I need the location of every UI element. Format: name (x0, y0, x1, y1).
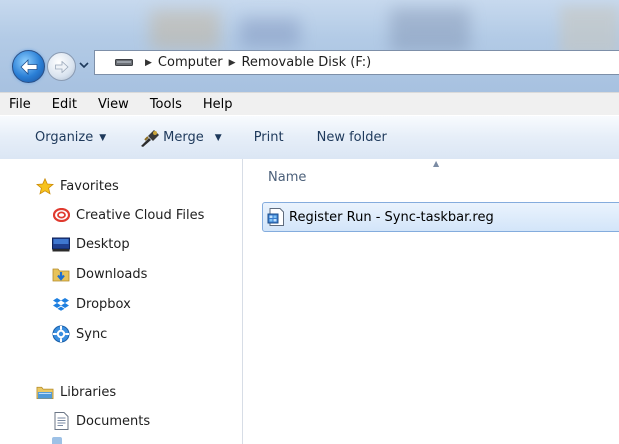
command-bar: Organize ▼ Merge ▼ Print New folder (0, 115, 619, 160)
address-bar[interactable]: ▶ Computer ▶ Removable Disk (F:) (94, 50, 619, 75)
nav-item-desktop[interactable]: Desktop (52, 236, 130, 252)
file-list[interactable]: ▲ Name Register Run - Sync-taskbar.reg (243, 159, 619, 444)
chevron-down-icon: ▼ (214, 132, 222, 143)
nav-item-label: Creative Cloud Files (76, 207, 205, 223)
documents-icon (52, 412, 70, 430)
window-titlebar (0, 0, 619, 92)
nav-item-label: Downloads (76, 266, 148, 282)
sort-ascending-icon: ▲ (433, 159, 440, 168)
nav-item-documents[interactable]: Documents (52, 412, 151, 430)
merge-label: Merge (163, 130, 204, 145)
background-blur (240, 18, 300, 48)
navigation-pane: Favorites Creative Cloud Files Desktop D… (0, 159, 243, 444)
drive-icon (115, 59, 133, 66)
menu-help[interactable]: Help (192, 97, 243, 112)
breadcrumb-computer[interactable]: Computer (158, 55, 223, 70)
nav-item-creative-cloud-files[interactable]: Creative Cloud Files (52, 207, 204, 223)
partial-icon (52, 437, 62, 444)
new-folder-label: New folder (316, 130, 387, 145)
forward-arrow-icon (54, 60, 69, 73)
menu-file[interactable]: File (0, 97, 41, 112)
back-button[interactable] (12, 50, 45, 83)
background-blur (560, 6, 619, 56)
nav-item-sync[interactable]: Sync (52, 325, 108, 343)
merge-icon (141, 129, 160, 147)
nav-item-label: Dropbox (76, 296, 131, 312)
background-blur (390, 8, 470, 53)
organize-button[interactable]: Organize ▼ (35, 130, 106, 145)
recent-pages-chevron-down-icon[interactable] (79, 61, 89, 69)
downloads-folder-icon (52, 266, 70, 282)
chevron-down-icon: ▼ (99, 132, 107, 143)
background-blur (150, 10, 220, 50)
desktop-icon (52, 236, 70, 252)
file-name: Register Run - Sync-taskbar.reg (289, 209, 494, 225)
file-row[interactable]: Register Run - Sync-taskbar.reg (262, 202, 619, 232)
dropbox-icon (52, 296, 70, 312)
registry-file-icon (266, 208, 286, 226)
column-header-name[interactable]: Name (268, 170, 306, 185)
new-folder-button[interactable]: New folder (317, 130, 387, 145)
breadcrumb-separator-icon[interactable]: ▶ (145, 58, 152, 68)
breadcrumb-separator-icon[interactable]: ▶ (229, 58, 236, 68)
menu-bar: File Edit View Tools Help (0, 92, 619, 116)
menu-view[interactable]: View (87, 97, 139, 112)
breadcrumb-removable-disk[interactable]: Removable Disk (F:) (241, 55, 371, 70)
merge-button[interactable]: Merge ▼ (139, 128, 222, 148)
nav-favorites[interactable]: Favorites (36, 177, 119, 195)
print-label: Print (253, 130, 284, 145)
nav-item-label: Desktop (76, 236, 130, 252)
nav-libraries[interactable]: Libraries (36, 384, 116, 400)
star-icon (36, 177, 54, 195)
menu-edit[interactable]: Edit (41, 97, 87, 112)
libraries-folder-icon (36, 384, 54, 400)
back-arrow-icon (19, 58, 37, 75)
nav-libraries-label: Libraries (60, 384, 117, 400)
creative-cloud-icon (52, 207, 70, 223)
menu-tools[interactable]: Tools (139, 97, 192, 112)
forward-button[interactable] (47, 52, 76, 81)
sync-icon (52, 325, 70, 343)
nav-item-label: Documents (76, 413, 151, 429)
nav-item-downloads[interactable]: Downloads (52, 266, 147, 282)
organize-label: Organize (35, 130, 94, 145)
nav-item-label: Sync (76, 326, 108, 342)
nav-favorites-label: Favorites (60, 178, 119, 194)
nav-item-dropbox[interactable]: Dropbox (52, 296, 131, 312)
print-button[interactable]: Print (254, 130, 284, 145)
